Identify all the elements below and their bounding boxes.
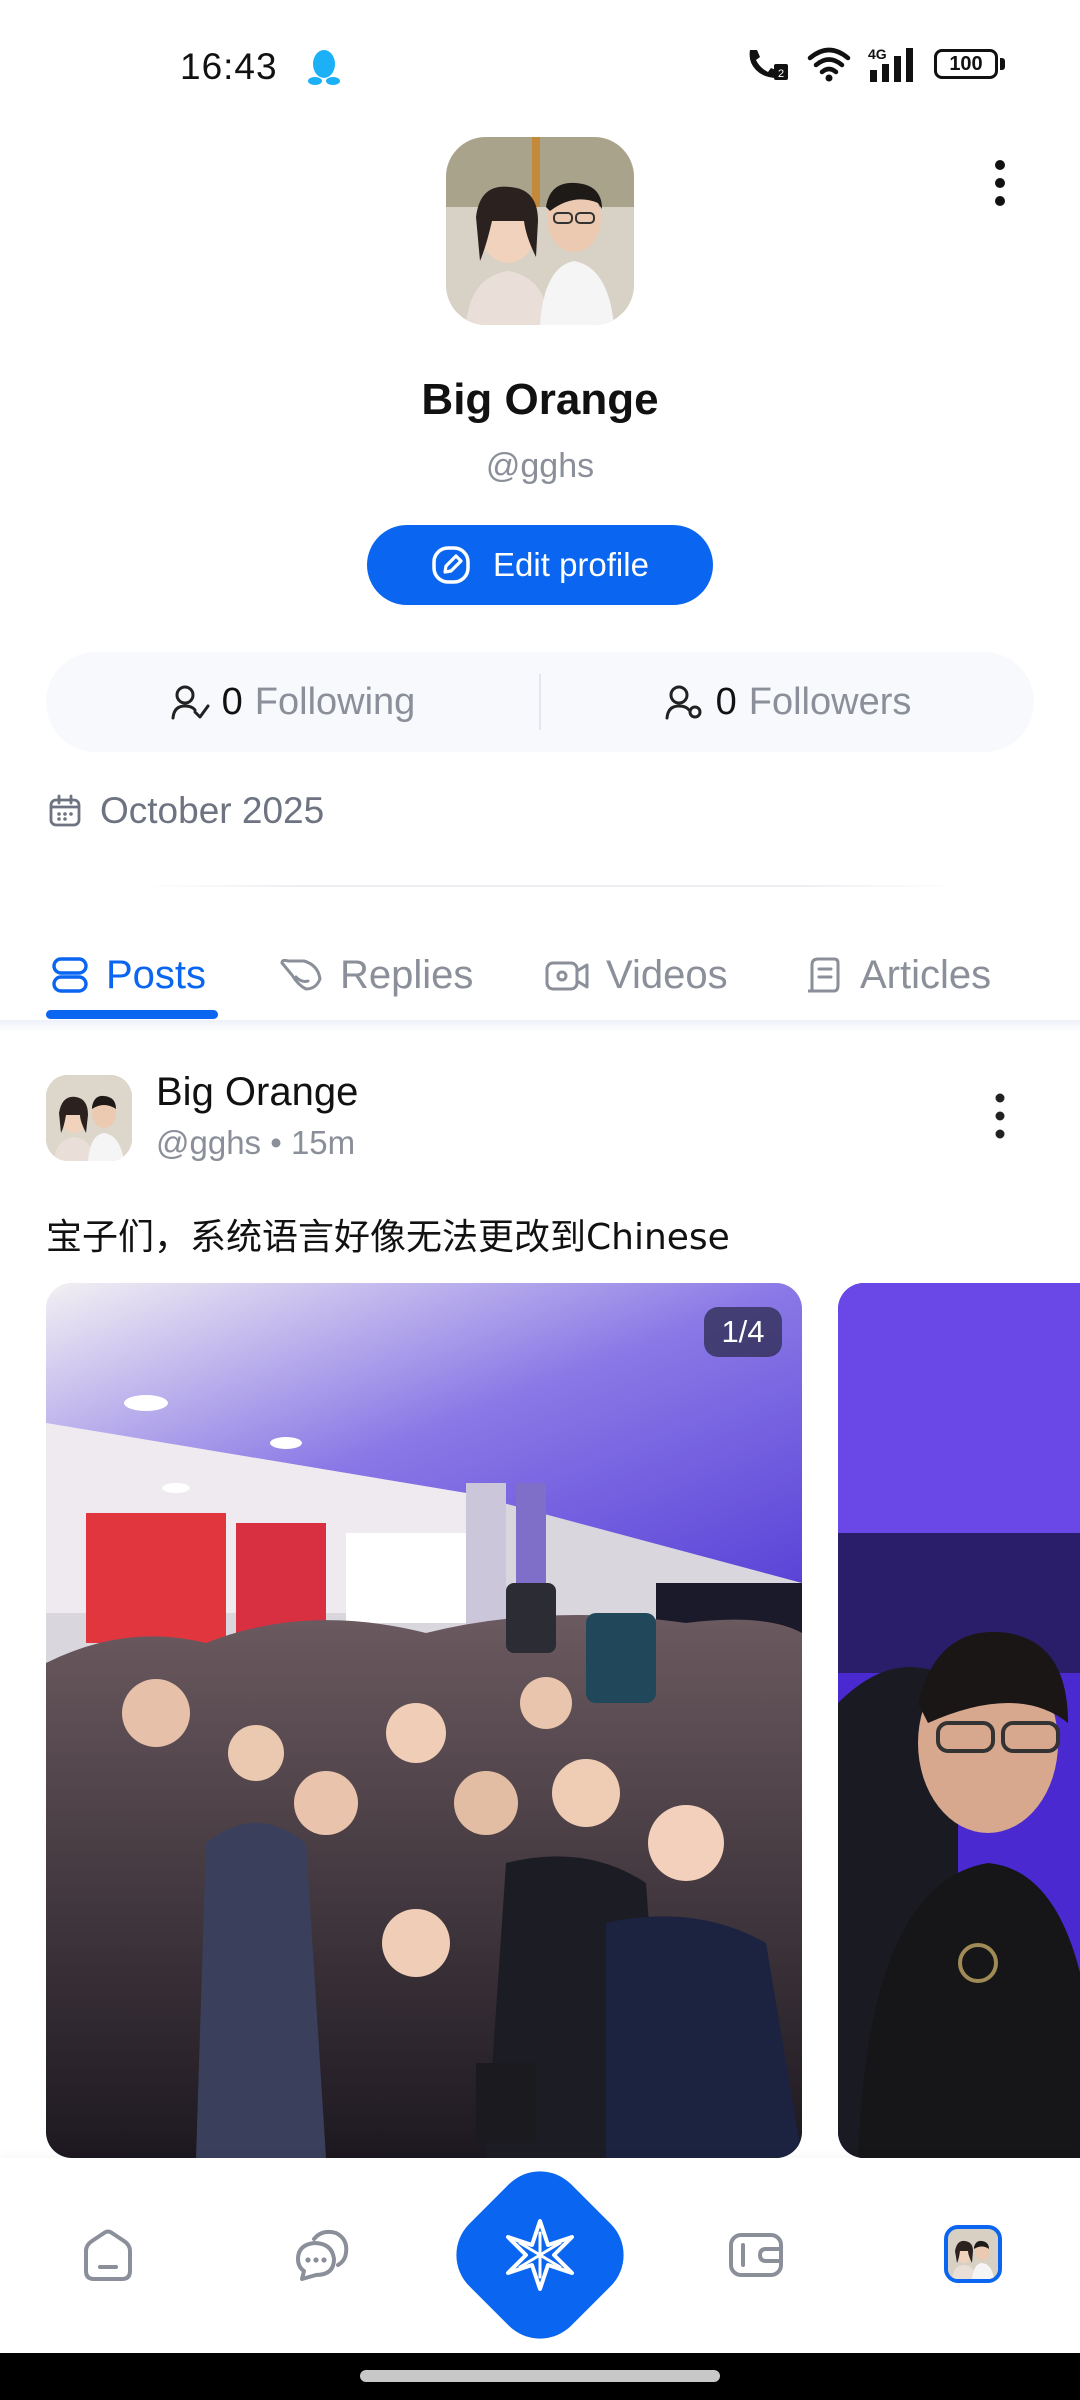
post-image-2[interactable] xyxy=(838,1283,1080,2158)
tab-replies[interactable]: Replies xyxy=(278,930,473,1020)
section-divider xyxy=(140,885,960,887)
article-icon xyxy=(808,957,840,993)
4g-signal-icon: 4G xyxy=(868,46,913,82)
qq-icon xyxy=(308,50,340,85)
status-icons: 2 4G 100 xyxy=(744,46,1005,82)
followers-count: 0 xyxy=(715,680,737,723)
profile-handle: @gghs xyxy=(485,447,595,485)
status-time: 16:43 xyxy=(180,46,278,87)
tabs-divider xyxy=(0,1020,1080,1032)
post-author-avatar[interactable] xyxy=(46,1075,132,1161)
post-text: 宝子们，系统语言好像无法更改到Chinese xyxy=(46,1217,730,1258)
following-count: 0 xyxy=(221,680,243,723)
post-author-name[interactable]: Big Orange xyxy=(156,1070,358,1115)
image-counter: 1/4 xyxy=(704,1307,782,1357)
wifi-icon xyxy=(807,47,851,82)
profile-avatar[interactable] xyxy=(446,137,634,325)
following-stat[interactable]: 0 Following xyxy=(46,681,539,724)
active-tab-indicator xyxy=(46,1010,218,1019)
followers-label: Followers xyxy=(748,680,912,723)
followers-stat[interactable]: 0 Followers xyxy=(541,681,1034,724)
home-icon[interactable] xyxy=(78,2225,138,2285)
svg-text:2: 2 xyxy=(778,68,784,80)
post-more-options-icon[interactable] xyxy=(980,1090,1020,1146)
tab-articles-label: Articles xyxy=(860,952,992,997)
more-options-icon[interactable] xyxy=(980,155,1020,215)
edit-icon xyxy=(432,546,470,584)
post-meta: @gghs • 15m xyxy=(156,1124,356,1161)
tab-videos[interactable]: Videos xyxy=(544,930,728,1020)
tab-posts[interactable]: Posts xyxy=(50,930,206,1020)
profile-name: Big Orange xyxy=(421,375,659,424)
joined-date-text: October 2025 xyxy=(100,790,325,831)
follow-stats: 0 Following 0 Followers xyxy=(46,652,1034,752)
tab-replies-label: Replies xyxy=(340,952,474,997)
compose-star-icon[interactable] xyxy=(468,2183,612,2327)
tab-videos-label: Videos xyxy=(606,952,728,997)
status-bar: 16:43 2 4G 100 xyxy=(0,0,1080,130)
calendar-icon xyxy=(49,794,81,827)
wallet-icon[interactable] xyxy=(726,2225,786,2285)
post-image-1[interactable] xyxy=(46,1283,802,2158)
following-label: Following xyxy=(254,680,416,723)
tab-articles[interactable]: Articles xyxy=(804,930,991,1020)
followers-icon xyxy=(665,685,702,720)
replies-icon xyxy=(280,958,322,991)
joined-date: October 2025 xyxy=(48,790,324,832)
edit-profile-label: Edit profile xyxy=(493,546,649,583)
tab-posts-label: Posts xyxy=(106,952,207,997)
battery-icon: 100 xyxy=(934,49,1005,79)
posts-icon xyxy=(52,957,88,993)
profile-tabs: Posts Replies Videos Articles xyxy=(0,930,1080,1020)
battery-level: 100 xyxy=(934,49,998,79)
messages-icon[interactable] xyxy=(292,2225,352,2285)
video-camera-icon xyxy=(545,961,589,991)
svg-text:4G: 4G xyxy=(868,46,887,62)
following-icon xyxy=(171,685,210,720)
gesture-handle[interactable] xyxy=(360,2370,720,2382)
profile-tab-avatar[interactable] xyxy=(944,2225,1002,2283)
call-hd-icon: 2 xyxy=(749,50,788,80)
edit-profile-button[interactable]: Edit profile xyxy=(367,525,713,605)
